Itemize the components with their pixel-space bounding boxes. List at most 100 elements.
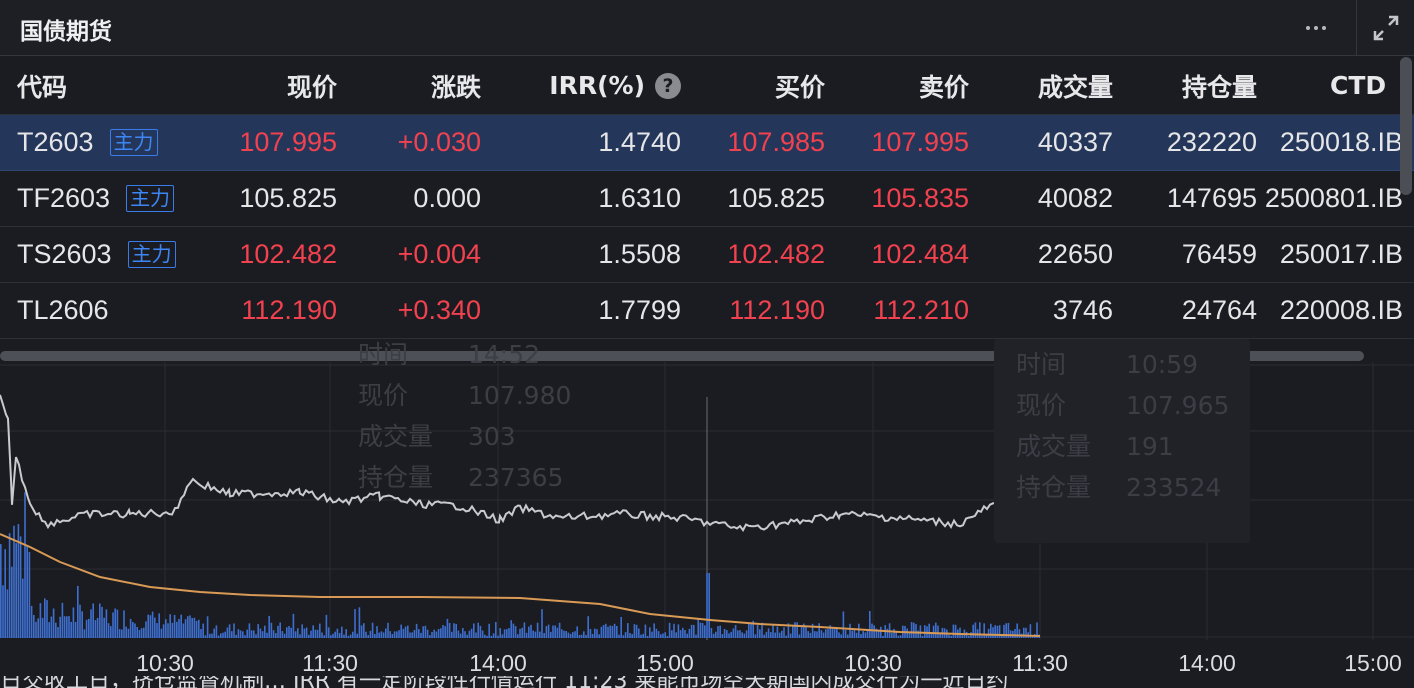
volume-bar [222, 632, 224, 638]
volume-bar [756, 624, 759, 638]
cell-change: +0.004 [397, 239, 481, 269]
table-row[interactable]: T2603 主力 107.995 +0.030 1.4740 107.985 107.995… [0, 115, 1414, 171]
col-header-ask[interactable]: 卖价 [825, 57, 969, 114]
volume-bar [853, 629, 856, 638]
volume-bar [310, 630, 312, 638]
volume-bar [202, 623, 204, 638]
volume-bar [30, 605, 33, 638]
volume-bar [728, 633, 730, 638]
tooltip-volume: 191 [1126, 432, 1174, 461]
volume-bar [998, 625, 1001, 638]
volume-bar [312, 625, 314, 638]
volume-bar [224, 631, 226, 638]
volume-bar [983, 623, 985, 638]
volume-bar [814, 631, 816, 638]
panel-title: 国债期货 [20, 19, 112, 45]
cell-change: +0.030 [397, 127, 481, 157]
help-icon[interactable]: ? [655, 72, 681, 99]
volume-bar [242, 631, 244, 638]
volume-bar [277, 625, 279, 638]
main-contract-badge: 主力 [126, 185, 175, 212]
main-contract-badge: 主力 [127, 241, 176, 268]
volume-bar [473, 623, 475, 638]
volume-bar [143, 627, 145, 638]
vertical-scrollbar[interactable] [1400, 57, 1412, 195]
volume-bar [209, 633, 211, 638]
volume-bar [123, 610, 125, 638]
volume-bar [380, 631, 383, 638]
col-header-bid[interactable]: 买价 [681, 57, 825, 114]
volume-bar [294, 631, 297, 638]
volume-bar [385, 628, 387, 638]
volume-bar [873, 625, 875, 638]
tooltip-time-label: 时间 [358, 340, 409, 369]
volume-bar [699, 622, 702, 638]
volume-bar [2, 585, 4, 638]
volume-bar [107, 623, 110, 638]
volume-bar [257, 624, 259, 638]
volume-bar [92, 603, 94, 638]
volume-bar [796, 622, 798, 638]
volume-bar [371, 622, 374, 638]
col-header-open-interest[interactable]: 持仓量 [1113, 57, 1257, 114]
table-row[interactable]: TS2603 主力 102.482 +0.004 1.5508 102.482 102.48… [0, 227, 1414, 283]
volume-bar [464, 631, 466, 638]
volume-bar [365, 631, 367, 638]
volume-bar [376, 626, 378, 638]
volume-bar [167, 623, 169, 638]
volume-bar [750, 623, 752, 638]
col-header-price[interactable]: 现价 [180, 57, 337, 114]
table-row[interactable]: TL2606 112.190 +0.340 1.7799 112.190 112.210 3… [0, 283, 1414, 339]
volume-bar [536, 622, 539, 638]
cell-volume: 22650 [1037, 239, 1113, 269]
volume-bar [717, 626, 719, 638]
news-ticker[interactable]: 日交收工日，挤仓监督机制… IRR 有一定阶段性行情运行 11:23 莱能市场空… [0, 676, 1414, 688]
volume-bar [114, 608, 116, 638]
volume-bar [28, 551, 31, 638]
volume-bar [822, 632, 825, 638]
volume-bar [270, 622, 273, 638]
volume-bar [624, 632, 627, 638]
volume-bar [279, 622, 281, 638]
volume-bar [666, 636, 669, 638]
volume-bar [860, 634, 862, 638]
volume-bar [712, 633, 715, 638]
header-divider [1356, 0, 1357, 56]
volume-bar [668, 622, 671, 638]
tooltip-price-label: 现价 [1016, 391, 1067, 420]
volume-bar [200, 629, 202, 638]
volume-bar [631, 634, 633, 638]
volume-bar [851, 630, 853, 638]
tooltip-oi-label: 持仓量 [358, 463, 434, 492]
volume-bar [420, 632, 422, 638]
col-header-change[interactable]: 涨跌 [337, 57, 481, 114]
volume-bar [937, 625, 939, 638]
volume-bar [468, 630, 471, 638]
volume-bar [576, 626, 578, 638]
volume-bar [44, 598, 46, 638]
volume-bar [46, 600, 48, 638]
volume-bar [613, 623, 616, 638]
volume-bar [479, 625, 482, 638]
volume-bar [140, 628, 143, 638]
tooltip-oi-label: 持仓量 [1016, 473, 1092, 502]
cell-ask: 112.210 [873, 295, 969, 325]
intraday-chart[interactable]: 10:30 11:30 14:00 15:00 10:30 11:30 14:00 15:00… [0, 339, 1414, 688]
volume-bar [134, 623, 136, 638]
tooltip-oi: 233524 [1126, 473, 1222, 502]
col-header-volume[interactable]: 成交量 [969, 57, 1113, 114]
col-header-irr[interactable]: IRR(%) ? [481, 57, 681, 114]
col-header-ctd[interactable]: CTD [1330, 57, 1403, 114]
volume-bar [745, 630, 748, 638]
volume-bar [655, 628, 658, 638]
volume-bar [187, 616, 189, 638]
expand-button[interactable] [1366, 8, 1406, 48]
volume-bar [455, 623, 457, 638]
volume-bar [490, 635, 493, 638]
volume-bar [59, 616, 61, 638]
table-row[interactable]: TF2603 主力 105.825 0.000 1.6310 105.825 105.835… [0, 171, 1414, 227]
volume-bar [169, 614, 171, 638]
volume-bar [323, 635, 325, 638]
more-options-button[interactable] [1296, 8, 1336, 48]
volume-bar [81, 611, 83, 638]
